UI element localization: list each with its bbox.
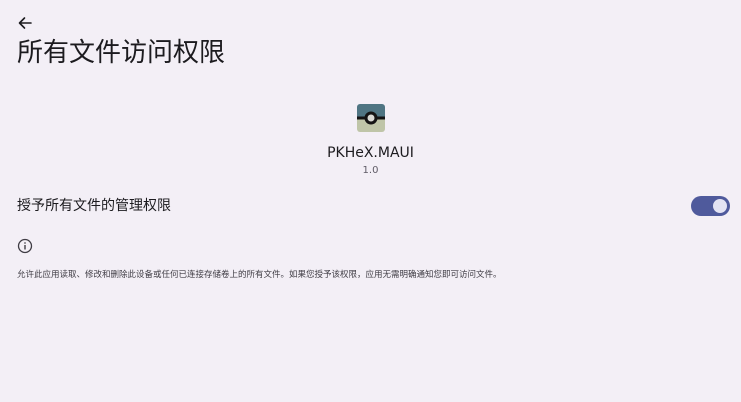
all-files-access-toggle-row[interactable]: 授予所有文件的管理权限 xyxy=(0,192,741,220)
toggle-label: 授予所有文件的管理权限 xyxy=(17,198,171,214)
page-title: 所有文件访问权限 xyxy=(17,38,226,68)
permission-description: 允许此应用读取、修改和删除此设备或任何已连接存储卷上的所有文件。如果您授予该权限… xyxy=(17,270,502,280)
info-icon xyxy=(17,238,33,254)
app-version: 1.0 xyxy=(362,165,379,176)
app-header: PKHeX.MAUI 1.0 xyxy=(0,104,741,178)
arrow-left-icon xyxy=(18,15,32,34)
switch-thumb xyxy=(713,199,727,213)
app-name: PKHeX.MAUI xyxy=(327,145,414,161)
all-files-access-switch[interactable] xyxy=(691,196,730,216)
app-icon xyxy=(356,104,385,132)
